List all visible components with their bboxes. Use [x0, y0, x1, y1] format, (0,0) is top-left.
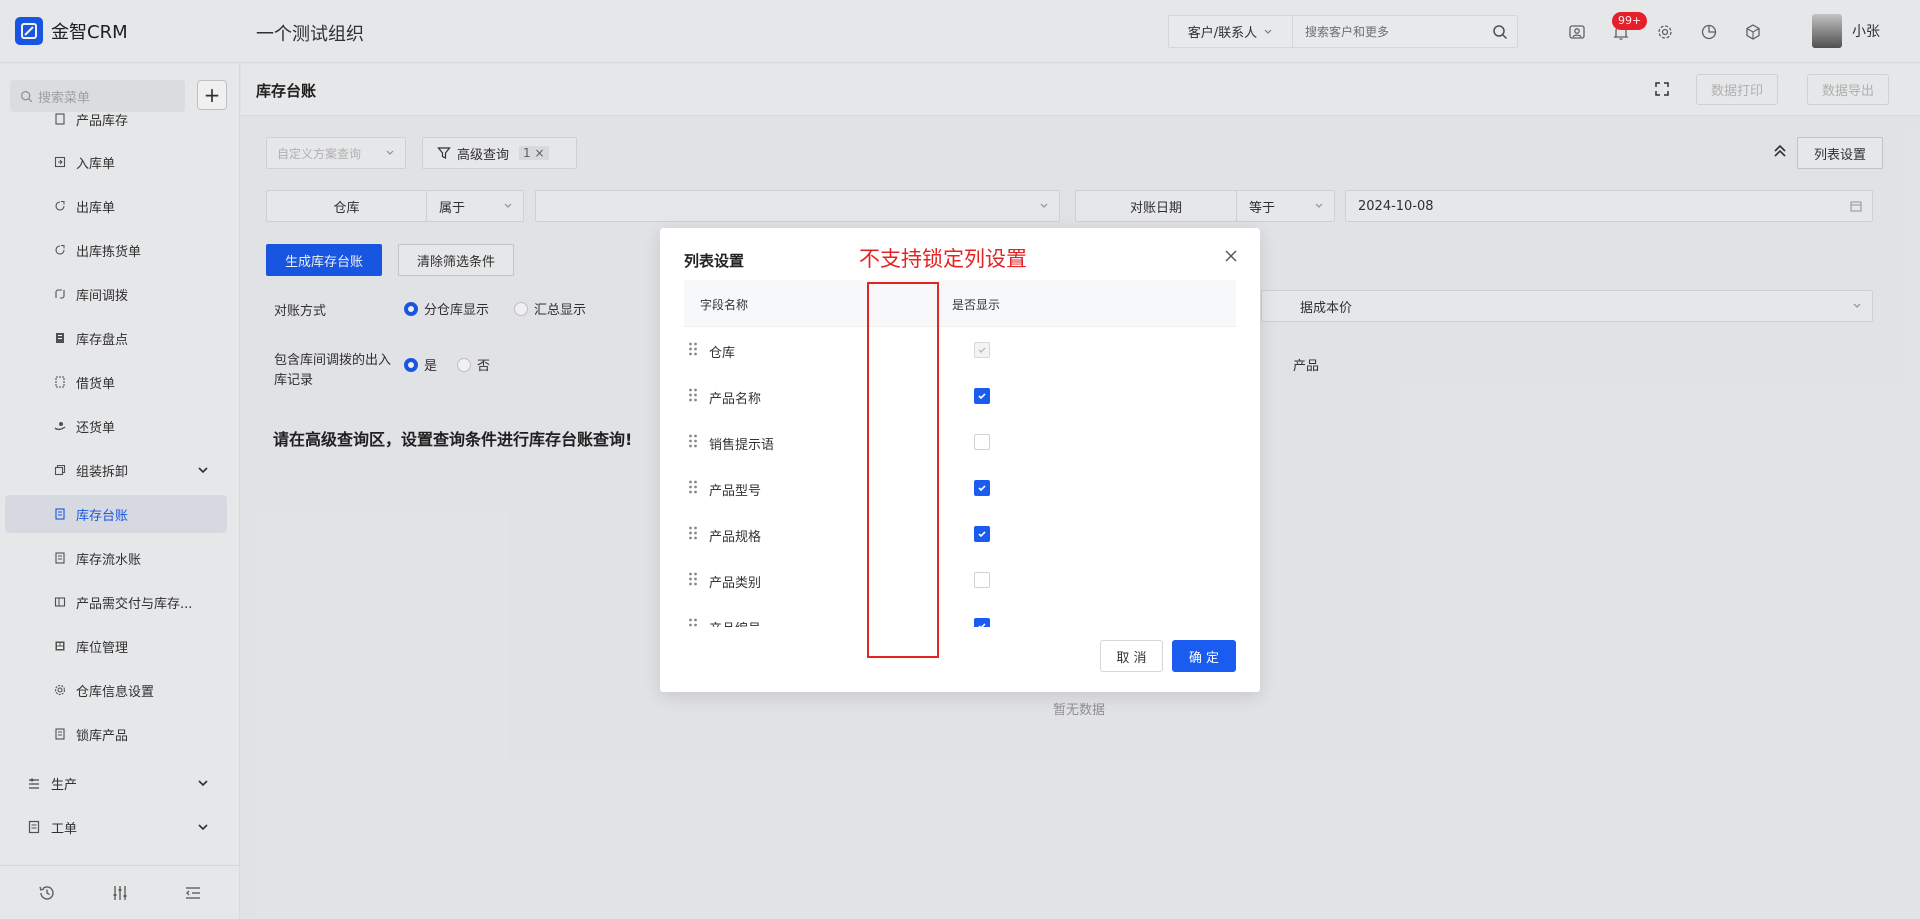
drag-handle-icon[interactable] — [688, 387, 698, 403]
annotation-text: 不支持锁定列设置 — [859, 247, 1027, 271]
show-checkbox[interactable] — [974, 572, 990, 588]
cancel-button[interactable]: 取 消 — [1100, 640, 1163, 672]
show-checkbox[interactable] — [974, 388, 990, 404]
table-row: 仓库 — [684, 327, 1236, 373]
dialog-title: 列表设置 — [684, 252, 745, 270]
annotation-box — [867, 282, 939, 658]
table-row: 产品编号 — [684, 603, 1236, 627]
field-name: 仓库 — [709, 346, 736, 361]
field-name: 产品名称 — [709, 392, 762, 407]
drag-handle-icon[interactable] — [688, 617, 698, 627]
drag-handle-icon[interactable] — [688, 433, 698, 449]
field-name: 产品规格 — [709, 530, 762, 545]
confirm-button[interactable]: 确 定 — [1172, 640, 1236, 672]
table-row: 产品名称 — [684, 373, 1236, 419]
drag-handle-icon[interactable] — [688, 341, 698, 357]
show-checkbox[interactable] — [974, 618, 990, 627]
drag-handle-icon[interactable] — [688, 525, 698, 541]
field-name: 产品型号 — [709, 484, 762, 499]
drag-handle-icon[interactable] — [688, 571, 698, 587]
show-checkbox[interactable] — [974, 480, 990, 496]
close-icon[interactable] — [1220, 245, 1242, 267]
field-name: 产品类别 — [709, 576, 762, 591]
table-row: 产品型号 — [684, 465, 1236, 511]
table-row: 销售提示语 — [684, 419, 1236, 465]
table-header: 字段名称 是否显示 — [684, 280, 1236, 327]
show-checkbox[interactable] — [974, 342, 990, 358]
field-name: 销售提示语 — [709, 438, 775, 453]
show-checkbox[interactable] — [974, 526, 990, 542]
show-checkbox[interactable] — [974, 434, 990, 450]
field-name: 产品编号 — [709, 618, 761, 627]
table-row: 产品类别 — [684, 557, 1236, 603]
column-settings-dialog: 列表设置 不支持锁定列设置 字段名称 是否显示 仓库 产品名称 销售提示语 产品… — [660, 228, 1260, 692]
column-header-field: 字段名称 — [700, 298, 749, 312]
column-header-show: 是否显示 — [952, 298, 1001, 312]
drag-handle-icon[interactable] — [688, 479, 698, 495]
table-row: 产品规格 — [684, 511, 1236, 557]
table-body: 仓库 产品名称 销售提示语 产品型号 产品规格 产品类别 — [684, 327, 1236, 627]
